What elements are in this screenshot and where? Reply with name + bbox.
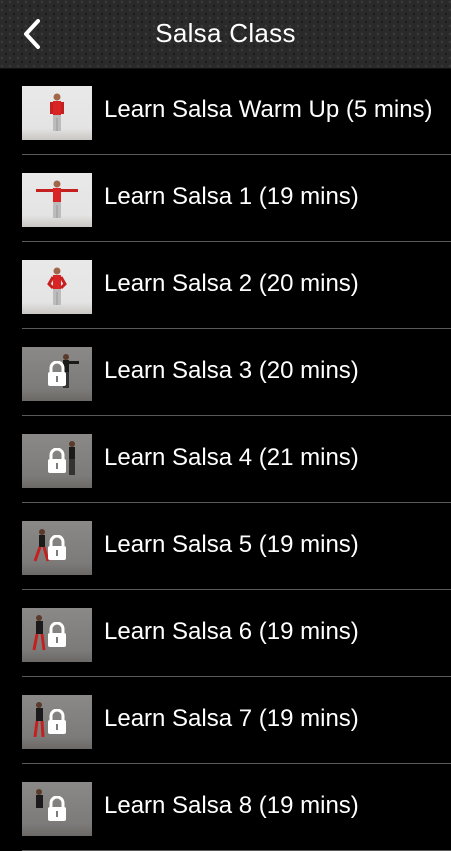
lock-icon: [48, 535, 66, 560]
lock-icon: [48, 448, 66, 473]
lesson-title: Learn Salsa 4 (21 mins): [104, 444, 359, 471]
lesson-thumbnail: [22, 86, 92, 140]
lesson-thumbnail: [22, 434, 92, 488]
dancer-figure: [47, 267, 67, 305]
lesson-title: Learn Salsa 5 (19 mins): [104, 531, 359, 558]
lock-icon: [48, 709, 66, 734]
lesson-row-5[interactable]: Learn Salsa 5 (19 mins): [22, 503, 451, 590]
lesson-title: Learn Salsa 6 (19 mins): [104, 618, 359, 645]
lesson-row-7[interactable]: Learn Salsa 7 (19 mins): [22, 677, 451, 764]
lesson-row-3[interactable]: Learn Salsa 3 (20 mins): [22, 329, 451, 416]
lesson-title: Learn Salsa 3 (20 mins): [104, 357, 359, 384]
lesson-thumbnail: [22, 173, 92, 227]
lesson-row-8[interactable]: Learn Salsa 8 (19 mins): [22, 764, 451, 851]
lesson-thumbnail: [22, 347, 92, 401]
dancer-figure: [50, 93, 64, 131]
lock-icon: [48, 361, 66, 386]
lesson-list[interactable]: Learn Salsa Warm Up (5 mins) Learn Salsa…: [0, 68, 451, 851]
lesson-title: Learn Salsa 8 (19 mins): [104, 792, 359, 819]
lesson-row-4[interactable]: Learn Salsa 4 (21 mins): [22, 416, 451, 503]
lesson-row-1[interactable]: Learn Salsa 1 (19 mins): [22, 155, 451, 242]
lesson-row-6[interactable]: Learn Salsa 6 (19 mins): [22, 590, 451, 677]
nav-bar: Salsa Class: [0, 0, 451, 69]
lesson-row-warmup[interactable]: Learn Salsa Warm Up (5 mins): [22, 68, 451, 155]
lesson-title: Learn Salsa 7 (19 mins): [104, 705, 359, 732]
lesson-thumbnail: [22, 260, 92, 314]
lesson-thumbnail: [22, 521, 92, 575]
lesson-title: Learn Salsa 1 (19 mins): [104, 183, 359, 210]
page-title: Salsa Class: [155, 18, 296, 48]
lesson-thumbnail: [22, 695, 92, 749]
lesson-thumbnail: [22, 782, 92, 836]
lock-icon: [48, 622, 66, 647]
lesson-title: Learn Salsa 2 (20 mins): [104, 270, 359, 297]
lesson-thumbnail: [22, 608, 92, 662]
dancer-figure: [36, 180, 78, 218]
lesson-row-2[interactable]: Learn Salsa 2 (20 mins): [22, 242, 451, 329]
lesson-title: Learn Salsa Warm Up (5 mins): [104, 96, 433, 123]
